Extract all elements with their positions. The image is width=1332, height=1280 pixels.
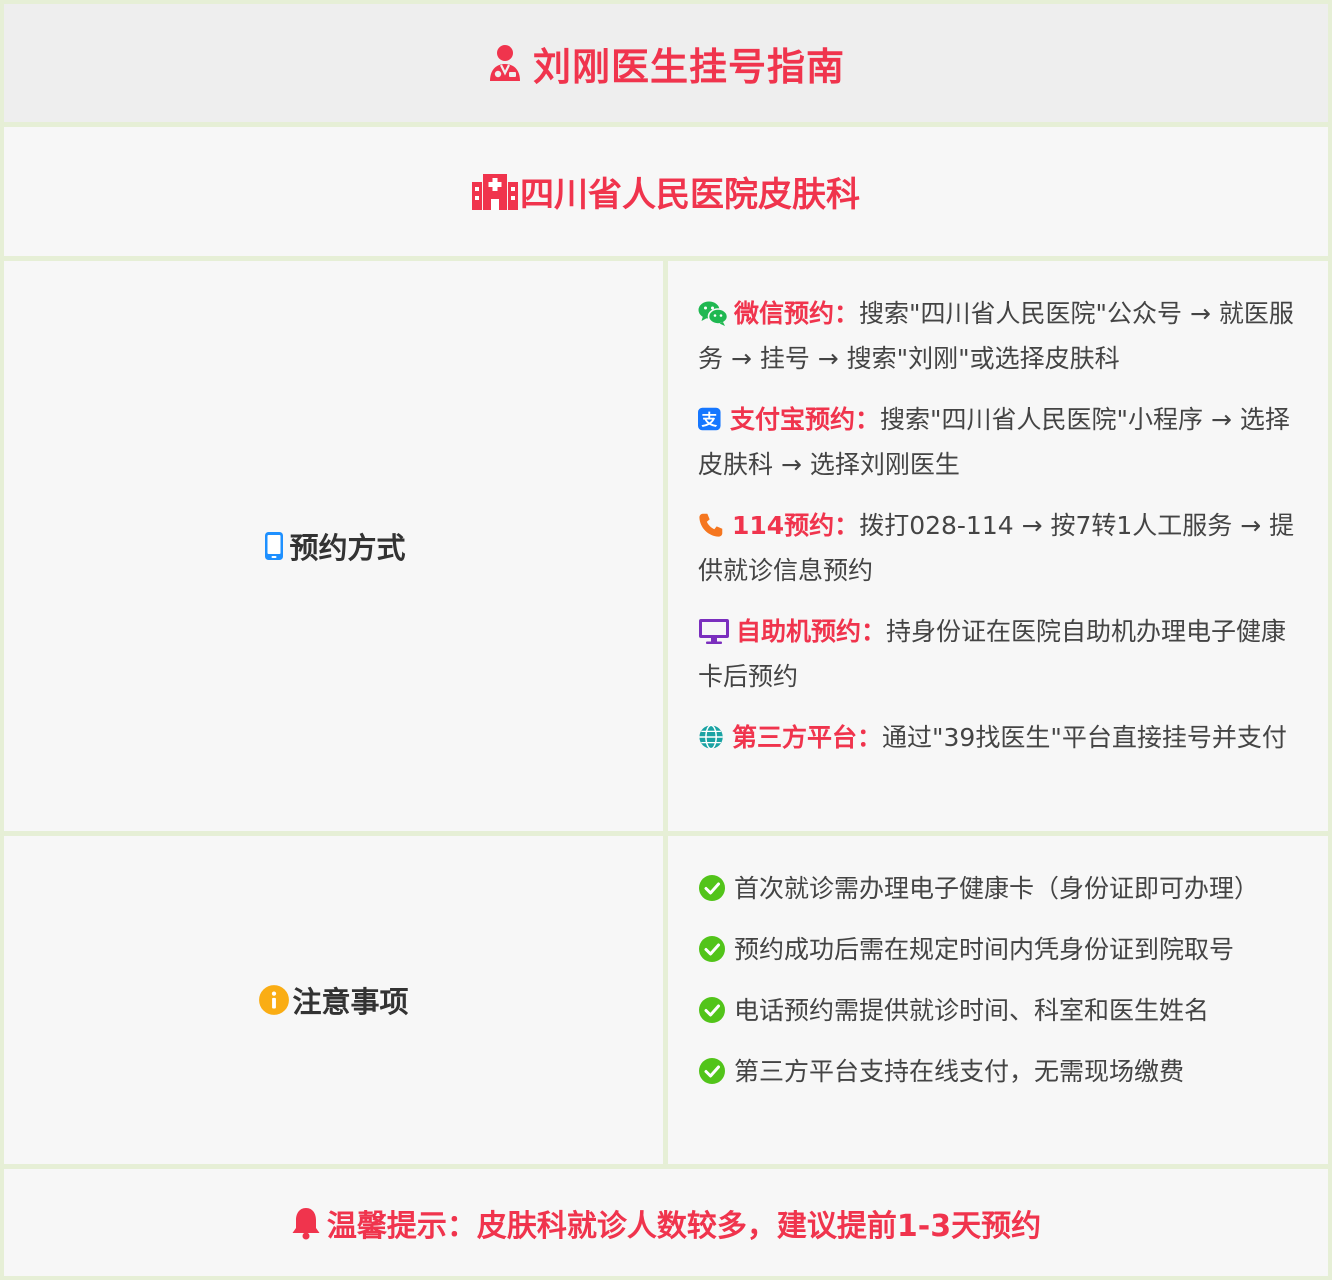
notes-label-cell: 注意事项 — [4, 836, 663, 1164]
method-114: 114预约：拨打028-114 → 按7转1人工服务 → 提供就诊信息预约 — [698, 503, 1298, 593]
check-circle-icon — [699, 1058, 725, 1084]
method-name: 114预约： — [732, 511, 860, 540]
wechat-icon — [698, 301, 728, 326]
bell-icon — [292, 1207, 320, 1239]
alipay-icon: 支 — [698, 407, 721, 431]
svg-text:支: 支 — [700, 410, 717, 429]
notes-label-text: 注意事项 — [292, 985, 409, 1019]
mobile-phone-icon — [265, 532, 284, 560]
method-name: 第三方平台： — [732, 723, 883, 752]
tip-row: 温馨提示：皮肤科就诊人数较多，建议提前1-3天预约 — [4, 1169, 1328, 1276]
booking-methods-label-cell: 预约方式 — [4, 261, 663, 831]
phone-icon — [699, 513, 723, 537]
title-row: 刘刚医生挂号指南 — [4, 4, 1328, 122]
notes-label: 注意事项 — [258, 979, 409, 1021]
method-third-party: 第三方平台：通过"39找医生"平台直接挂号并支付 — [698, 715, 1298, 760]
note-item: 预约成功后需在规定时间内凭身份证到院取号 — [698, 927, 1298, 972]
booking-methods-label: 预约方式 — [261, 525, 406, 567]
note-item: 首次就诊需办理电子健康卡（身份证即可办理） — [698, 866, 1298, 911]
hospital-row: 四川省人民医院皮肤科 — [4, 127, 1328, 256]
check-circle-icon — [699, 936, 725, 962]
info-icon — [259, 985, 290, 1015]
hospital-icon — [472, 173, 518, 210]
method-name: 微信预约： — [734, 299, 860, 328]
method-kiosk: 自助机预约：持身份证在医院自助机办理电子健康卡后预约 — [698, 609, 1298, 699]
check-circle-icon — [699, 875, 725, 901]
method-name: 自助机预约： — [736, 617, 887, 646]
doctor-icon — [489, 45, 520, 81]
note-text: 预约成功后需在规定时间内凭身份证到院取号 — [734, 935, 1235, 964]
note-text: 第三方平台支持在线支付，无需现场缴费 — [734, 1057, 1185, 1086]
method-alipay: 支 支付宝预约：搜索"四川省人民医院"小程序 → 选择皮肤科 → 选择刘刚医生 — [698, 397, 1298, 487]
hospital-department-title: 四川省人民医院皮肤科 — [520, 175, 860, 215]
notes-list: 首次就诊需办理电子健康卡（身份证即可办理） 预约成功后需在规定时间内凭身份证到院… — [668, 836, 1328, 1164]
note-text: 电话预约需提供就诊时间、科室和医生姓名 — [734, 996, 1210, 1025]
method-description: 通过"39找医生"平台直接挂号并支付 — [882, 723, 1287, 752]
warm-tip-text: 温馨提示：皮肤科就诊人数较多，建议提前1-3天预约 — [326, 1208, 1042, 1244]
method-name: 支付宝预约： — [730, 405, 881, 434]
booking-methods-list: 微信预约：搜索"四川省人民医院"公众号 → 就医服务 → 挂号 → 搜索"刘刚"… — [668, 261, 1328, 831]
kiosk-monitor-icon — [699, 619, 729, 644]
note-item: 电话预约需提供就诊时间、科室和医生姓名 — [698, 988, 1298, 1033]
globe-icon — [699, 724, 723, 750]
page-title: 刘刚医生挂号指南 — [532, 44, 845, 89]
note-item: 第三方平台支持在线支付，无需现场缴费 — [698, 1049, 1298, 1094]
check-circle-icon — [699, 997, 725, 1023]
booking-methods-label-text: 预约方式 — [289, 531, 406, 565]
guide-table: 刘刚医生挂号指南 四川省人民医院皮肤科 预约方式 微信预约：搜索"四川省人民医院… — [0, 0, 1332, 1280]
method-wechat: 微信预约：搜索"四川省人民医院"公众号 → 就医服务 → 挂号 → 搜索"刘刚"… — [698, 291, 1298, 381]
note-text: 首次就诊需办理电子健康卡（身份证即可办理） — [734, 874, 1260, 903]
